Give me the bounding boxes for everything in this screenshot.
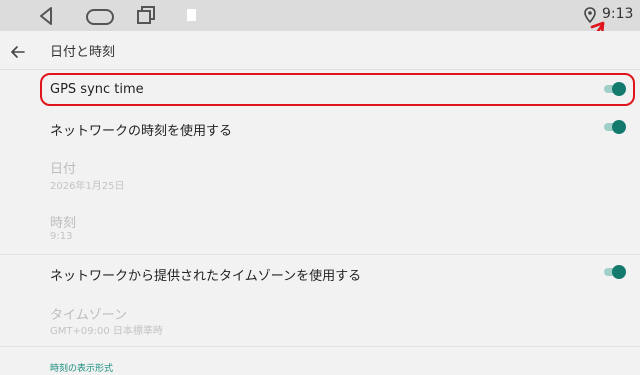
date-label: 日付 bbox=[50, 162, 77, 177]
time-value: 9:13 bbox=[50, 231, 73, 242]
network-timezone-label: ネットワークから提供されたタイムゾーンを使用する bbox=[50, 269, 362, 284]
section-header-time-format: 時刻の表示形式 bbox=[50, 364, 114, 374]
nav-recents-icon[interactable] bbox=[136, 5, 156, 29]
network-timezone-toggle[interactable] bbox=[604, 264, 626, 280]
gps-sync-toggle[interactable] bbox=[604, 81, 626, 97]
page-title: 日付と時刻 bbox=[50, 45, 116, 60]
notification-icon bbox=[187, 9, 196, 21]
time-label: 時刻 bbox=[50, 216, 77, 231]
app-bar: 日付と時刻 bbox=[0, 31, 640, 70]
network-time-toggle[interactable] bbox=[604, 119, 626, 135]
gps-sync-label: GPS sync time bbox=[50, 82, 144, 97]
back-arrow-icon[interactable] bbox=[11, 43, 25, 62]
nav-back-icon[interactable] bbox=[38, 6, 54, 30]
date-value: 2026年1月25日 bbox=[50, 181, 125, 192]
nav-home-icon[interactable] bbox=[86, 9, 114, 25]
status-bar: 9:13 bbox=[0, 0, 640, 31]
divider bbox=[0, 254, 640, 255]
timezone-value: GMT+09:00 日本標準時 bbox=[50, 326, 163, 337]
timezone-label: タイムゾーン bbox=[50, 308, 128, 323]
network-time-label: ネットワークの時刻を使用する bbox=[50, 124, 233, 139]
divider bbox=[0, 346, 640, 347]
